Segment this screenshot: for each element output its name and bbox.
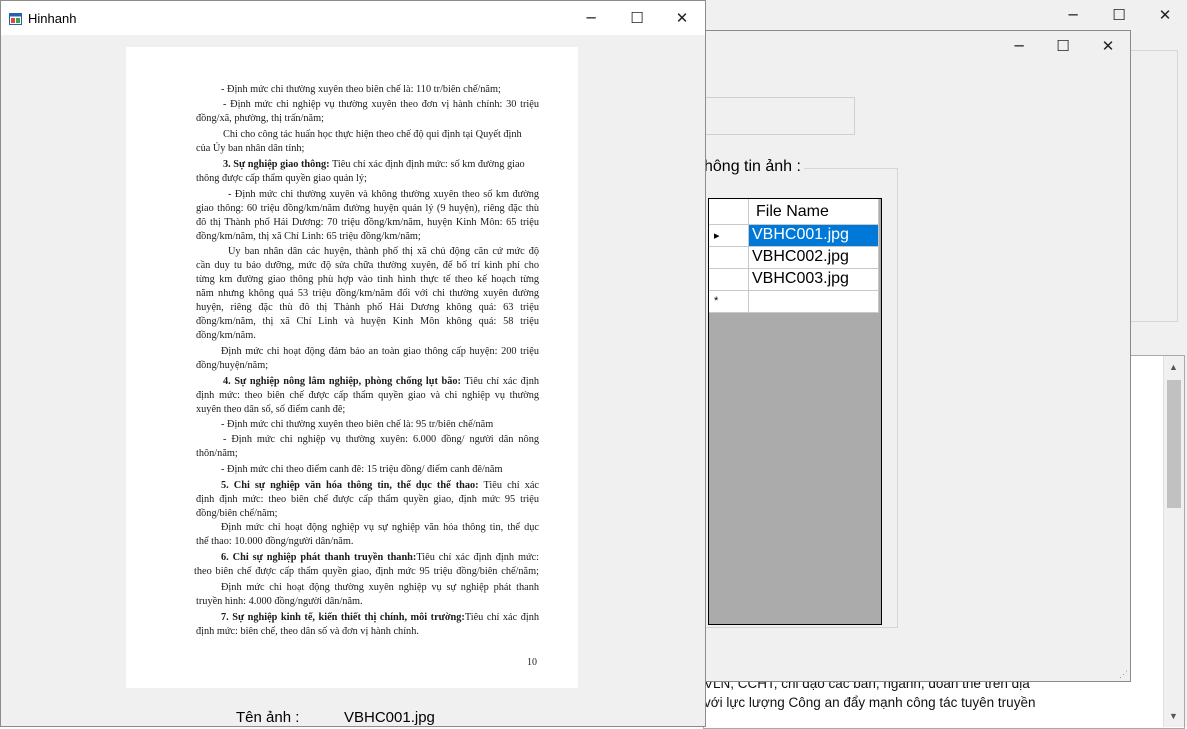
scroll-up-icon[interactable]: ▲ (1169, 362, 1178, 372)
page-number: 10 (527, 657, 537, 668)
minimize-icon: ─ (1014, 37, 1024, 55)
mid-close-button[interactable]: ✕ (1085, 31, 1131, 61)
maximize-icon: ☐ (630, 9, 644, 27)
row-header-new[interactable]: * (709, 291, 749, 313)
close-icon: ✕ (1101, 37, 1115, 55)
document-text-line: - Định mức chi thường xuyên theo biên ch… (221, 84, 501, 95)
document-text-line: Định mức chi hoạt động thường xuyên nghi… (221, 582, 539, 593)
document-text-line: 4. Sự nghiệp nông lâm nghiệp, phòng chốn… (223, 376, 539, 387)
minimize-button[interactable]: ─ (568, 3, 614, 33)
document-text-line: cần duy tu bảo dưỡng, mức độ sửa chữa th… (196, 260, 539, 271)
document-text-line: Chi cho công tác huấn học thực hiện theo… (223, 129, 522, 140)
document-text-line: thể thao: 10.000 đồng/người dân/năm. (196, 536, 354, 547)
file-grid[interactable]: File Name ▸ VBHC001.jpg VBHC002.jpg VBHC… (708, 198, 882, 625)
maximize-button[interactable]: ☐ (614, 3, 660, 33)
row-header[interactable] (709, 269, 749, 291)
document-text-line: đồng/biên chế/năm; (196, 508, 278, 519)
document-text-line: theo biên chế được cấp thẩm quyền giao, … (194, 566, 539, 577)
grid-corner-header[interactable] (709, 199, 749, 225)
document-text-line: đô thị Thành phố Hải Dương: 70 triệu đồn… (196, 217, 539, 228)
document-text-line: 3. Sự nghiệp giao thông: Tiêu chí xác đị… (223, 159, 525, 170)
minimize-icon: ─ (1068, 6, 1078, 24)
close-icon: ✕ (675, 9, 689, 27)
grid-cell-filename-selected[interactable]: VBHC001.jpg (749, 225, 879, 247)
document-text-line: định định mức: theo biên chế được cấp th… (196, 494, 539, 505)
document-image: - Định mức chi thường xuyên theo biên ch… (126, 47, 578, 688)
document-text-line: Định mức chi hoạt động nghiệp vụ sự nghi… (221, 522, 539, 533)
document-text-line: - Định mức chi thường xuyên theo biên ch… (221, 419, 494, 430)
document-text-line: - Định mức chi thường xuyên và không thư… (228, 189, 539, 200)
document-text-line: thông được cấp thẩm quyền giao quản lý; (196, 173, 367, 184)
grid-column-header-filename[interactable]: File Name (749, 199, 879, 225)
document-text-line: 6. Chi sự nghiệp phát thanh truyền thanh… (221, 552, 539, 563)
back-minimize-button[interactable]: ─ (1050, 0, 1096, 30)
scroll-down-icon[interactable]: ▼ (1169, 711, 1178, 721)
document-text-line: 5. Chi sự nghiệp văn hóa thông tin, thể … (221, 480, 539, 491)
mid-minimize-button[interactable]: ─ (996, 31, 1042, 61)
back-vertical-scrollbar[interactable]: ▲ ▼ (1163, 356, 1184, 727)
document-text-line: 7. Sự nghiệp kinh tế, kiến thiết thị chí… (221, 612, 539, 623)
grid-cell-filename[interactable]: VBHC003.jpg (749, 269, 879, 291)
document-text-line: định mức: theo biên chế được cấp thẩm qu… (196, 390, 539, 401)
back-maximize-button[interactable]: ☐ (1096, 0, 1142, 30)
back-groupbox (1131, 50, 1178, 322)
image-info-label: hông tin ảnh : (704, 158, 804, 176)
mid-textbox[interactable] (699, 97, 855, 135)
image-name-value: VBHC001.jpg (344, 709, 435, 726)
title-bar[interactable]: Hinhanh ─ ☐ ✕ (1, 1, 705, 35)
minimize-icon: ─ (586, 9, 596, 27)
app-icon (9, 12, 22, 25)
document-text-line: đồng/km/năm, thị xã Chí Linh: 65 triệu đ… (196, 231, 421, 242)
document-text-line: huyện, riêng đặc thù đô thị Thành phố Hả… (196, 302, 539, 313)
image-name-label: Tên ảnh : (236, 709, 300, 726)
document-text-line: định mức: biên chế, theo dân số và đơn v… (196, 626, 419, 637)
row-header[interactable] (709, 247, 749, 269)
document-text-line: đồng/km/năm, thị xã Chí Linh và huyện Ki… (196, 316, 539, 327)
document-text-line: giao thông: 60 triệu đồng/km/năm đường h… (196, 203, 539, 214)
close-button[interactable]: ✕ (659, 3, 705, 33)
document-text-line: - Định mức chi nghiệp vụ thường xuyên: 6… (223, 434, 539, 445)
back-close-button[interactable]: ✕ (1142, 0, 1187, 30)
window-title: Hinhanh (28, 11, 77, 26)
grid-cell-filename[interactable]: VBHC002.jpg (749, 247, 879, 269)
file-list-window: ─ ☐ ✕ hông tin ảnh : File Name ▸ VBHC001… (698, 30, 1131, 682)
document-text-line: - Định mức chi theo điểm canh đê: 15 tri… (221, 464, 503, 475)
document-text-line: năm nhưng không quá 53 triệu đồng/km/năm… (196, 288, 539, 299)
resize-grip-icon[interactable]: ⋰ (1119, 669, 1128, 680)
maximize-icon: ☐ (1056, 37, 1070, 55)
document-text-line: đồng/huyện/năm; (196, 360, 269, 371)
back-text-line: với lực lượng Công an đẩy mạnh công tác … (704, 695, 1036, 710)
image-viewer-window: Hinhanh ─ ☐ ✕ - Định mức chi thường xuyê… (0, 0, 706, 727)
mid-maximize-button[interactable]: ☐ (1040, 31, 1086, 61)
close-icon: ✕ (1158, 6, 1172, 24)
document-text-line: từng km đường giao thông phù hợp vào tìn… (196, 274, 539, 285)
row-header-current[interactable]: ▸ (709, 225, 749, 247)
maximize-icon: ☐ (1112, 6, 1126, 24)
grid-cell-new[interactable] (749, 291, 879, 313)
document-text-line: Ủy ban nhân dân các huyện, thành phố thị… (228, 246, 539, 257)
document-text-line: - Định mức chi nghiệp vụ thường xuyên th… (223, 99, 539, 110)
scrollbar-thumb[interactable] (1167, 380, 1181, 508)
document-text-line: đồng/km/năm. (196, 330, 256, 341)
document-text-line: Định mức chi hoạt động đảm bảo an toàn g… (221, 346, 539, 357)
document-text-line: xuyên theo dân số, số điểm canh đê; (196, 404, 346, 415)
document-text-line: thôn/năm; (196, 448, 238, 459)
document-text-line: truyền hình: 4.000 đồng/người dân/năm. (196, 596, 363, 607)
document-text-line: của Ủy ban nhân dân tỉnh; (196, 143, 305, 154)
document-text-line: đồng/xã, phường, thị trấn/năm; (196, 113, 324, 124)
